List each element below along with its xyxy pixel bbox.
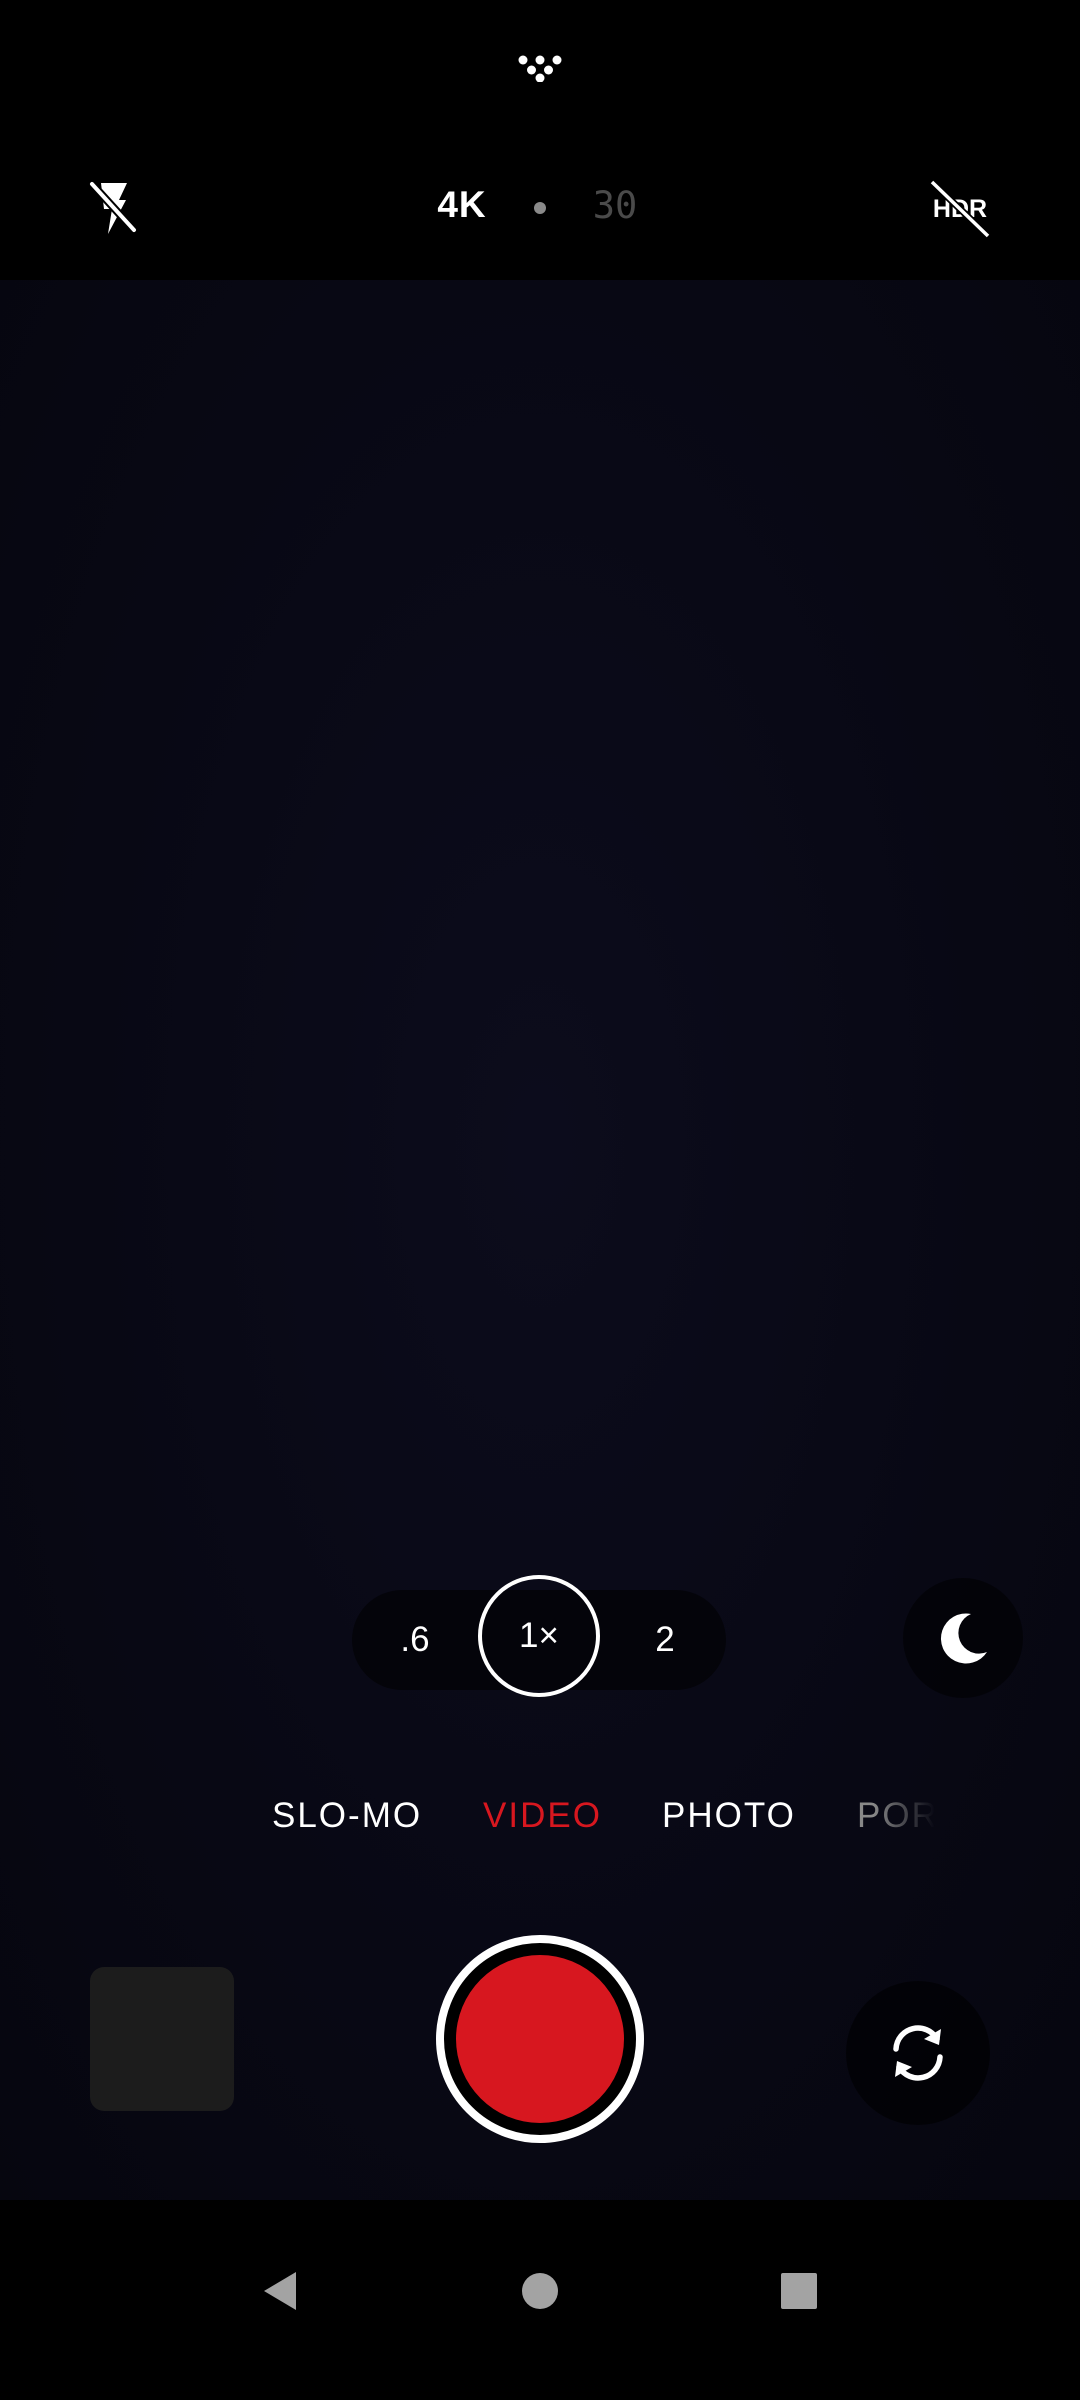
hdr-off-icon[interactable]: HDR (924, 172, 996, 244)
zoom-option-0-6[interactable]: .6 (370, 1590, 460, 1690)
frame-rate-label[interactable]: 30 (580, 184, 650, 227)
back-icon[interactable] (236, 2246, 326, 2336)
home-icon[interactable] (495, 2246, 585, 2336)
recents-icon[interactable] (754, 2246, 844, 2336)
zoom-option-1x[interactable]: 1× (478, 1575, 600, 1697)
flip-camera-button[interactable] (846, 1981, 990, 2125)
camera-screen: 4K 30 HDR .6 1× 2 SLO-MO VIDEO PHOTO POR (0, 0, 1080, 2400)
mode-video[interactable]: VIDEO (483, 1796, 602, 1836)
flip-camera-icon (893, 2025, 943, 2081)
more-options-icon[interactable] (510, 52, 570, 83)
flash-off-icon[interactable] (78, 172, 150, 244)
mode-slo-mo[interactable]: SLO-MO (272, 1796, 422, 1836)
zoom-option-2[interactable]: 2 (620, 1590, 710, 1690)
night-mode-button[interactable] (903, 1578, 1023, 1698)
moon-icon (940, 1613, 987, 1664)
record-button-core[interactable] (456, 1955, 624, 2123)
resolution-label[interactable]: 4K (420, 184, 504, 226)
gallery-thumbnail[interactable] (90, 1967, 234, 2111)
viewfinder[interactable] (0, 280, 1080, 2200)
mode-portrait[interactable]: POR (857, 1796, 939, 1836)
navigation-bar (0, 2200, 1080, 2400)
mode-photo[interactable]: PHOTO (662, 1796, 796, 1836)
separator-dot (534, 202, 546, 214)
